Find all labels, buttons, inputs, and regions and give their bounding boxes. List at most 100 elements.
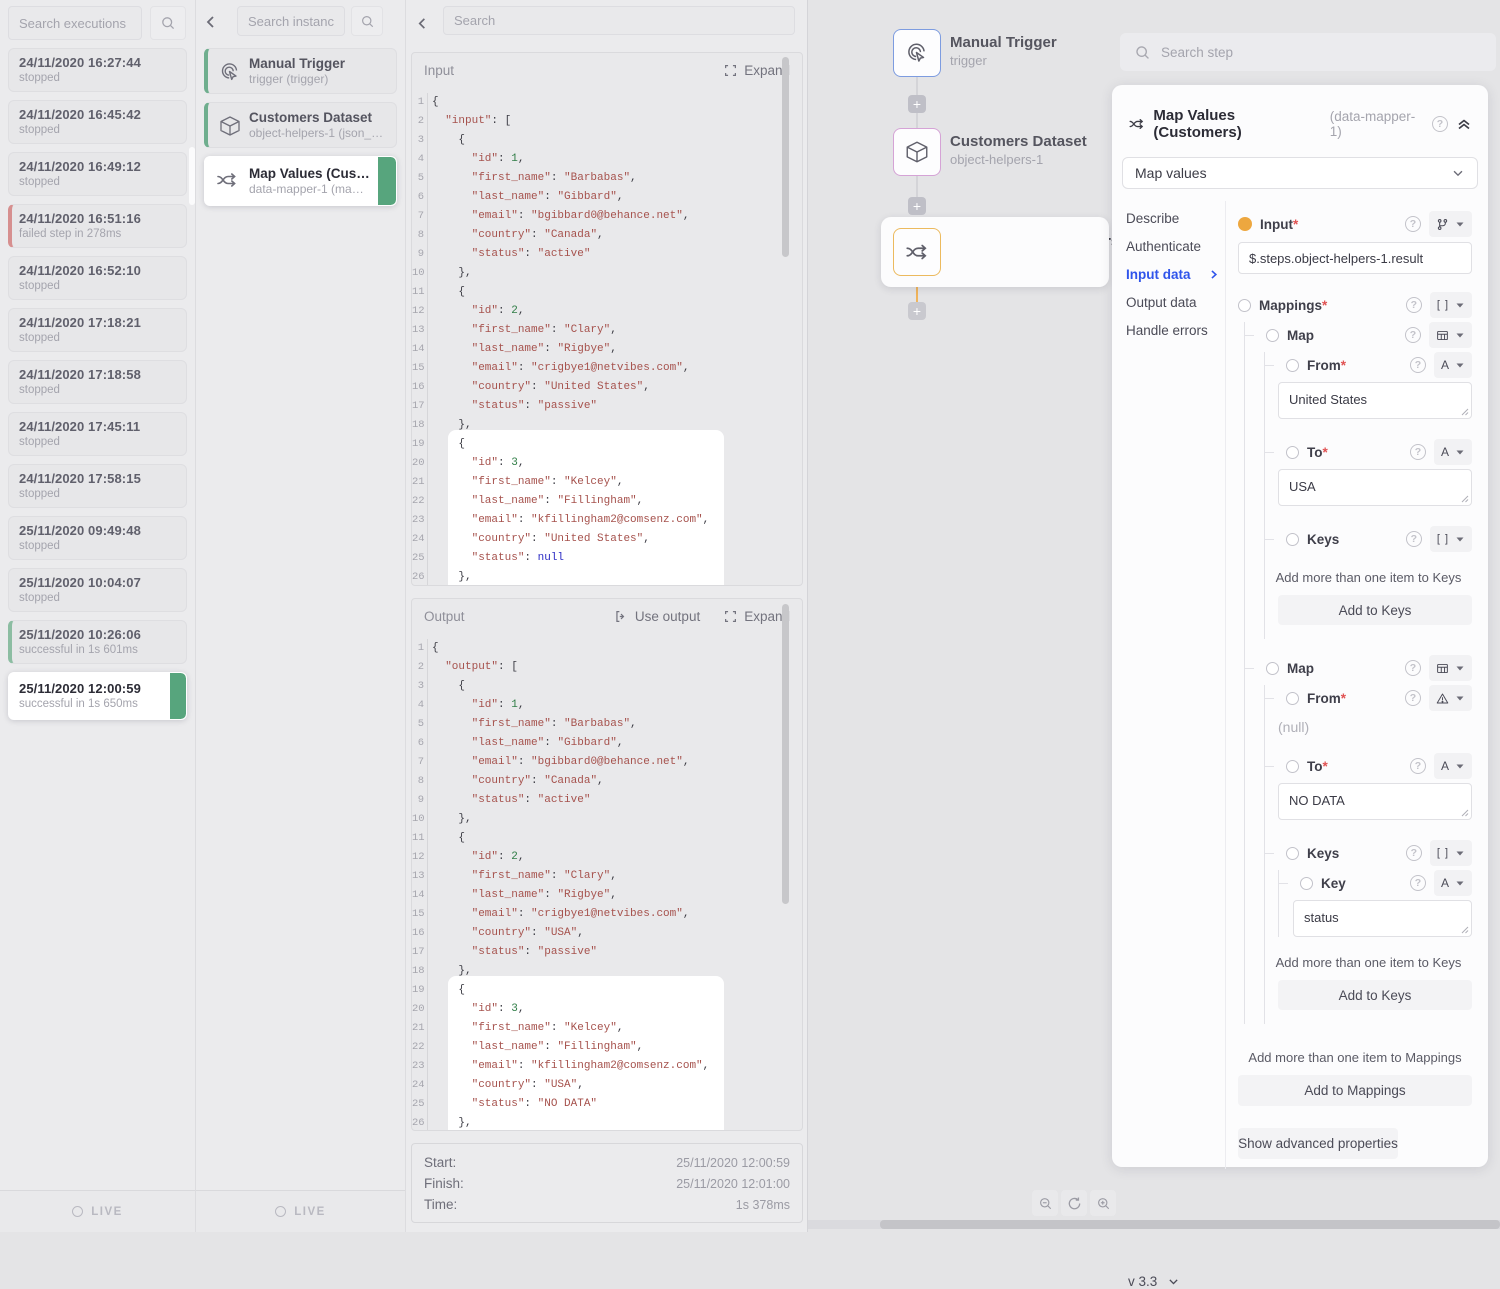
map-radio[interactable] [1266,329,1279,342]
canvas-horizontal-scrollbar[interactable] [808,1220,1500,1229]
help-icon[interactable]: ? [1410,758,1426,774]
cube-icon [218,114,242,138]
scrollbar-thumb[interactable] [880,1220,1500,1229]
nav-item-authenticate[interactable]: Authenticate [1126,239,1225,254]
io-search-input[interactable] [443,6,795,35]
input-expand-button[interactable]: Expand [724,63,790,78]
instance-search-input[interactable] [237,6,345,36]
help-icon[interactable]: ? [1405,690,1421,706]
search-icon[interactable] [150,6,186,40]
execution-item[interactable]: 25/11/2020 10:04:07stopped [8,568,187,612]
add-to-keys-button[interactable]: Add to Keys [1278,980,1472,1010]
help-icon[interactable]: ? [1410,875,1426,891]
code-line: 23 "email": "kfillingham2@comsenz.com", [412,1057,802,1076]
caret-down-icon [1455,878,1465,888]
help-icon[interactable]: ? [1406,297,1422,313]
execution-item[interactable]: 24/11/2020 16:27:44stopped [8,48,187,92]
map-values-node[interactable] [893,228,941,276]
back-icon[interactable] [416,12,436,34]
search-icon[interactable] [351,6,383,36]
key-radio[interactable] [1300,877,1313,890]
help-icon[interactable]: ? [1432,116,1448,132]
from-radio[interactable] [1286,692,1299,705]
live-toggle[interactable]: LIVE [275,1206,326,1218]
help-icon[interactable]: ? [1405,216,1421,232]
step-search-bar[interactable]: Search step [1120,33,1496,71]
execution-item[interactable]: 25/11/2020 12:00:59successful in 1s 650m… [8,672,187,720]
version-selector[interactable]: v 3.3 [1128,1274,1180,1289]
help-icon[interactable]: ? [1410,444,1426,460]
keys-type-selector[interactable]: [ ] [1430,526,1472,552]
map-radio[interactable] [1266,662,1279,675]
to-type-selector[interactable]: A [1434,753,1472,779]
customers-dataset-node[interactable] [893,128,941,176]
back-icon[interactable] [204,8,228,36]
nav-item-input-data[interactable]: Input data [1126,267,1225,282]
key-value-textarea[interactable]: status [1293,900,1472,937]
to-type-selector[interactable]: A [1434,439,1472,465]
execution-item[interactable]: 24/11/2020 17:18:21stopped [8,308,187,352]
map-type-selector[interactable] [1429,655,1472,681]
key-type-selector[interactable]: A [1434,870,1472,896]
execution-item[interactable]: 24/11/2020 17:18:58stopped [8,360,187,404]
add-to-mappings-button[interactable]: Add to Mappings [1238,1075,1472,1106]
nav-item-describe[interactable]: Describe [1126,211,1225,226]
add-step-button[interactable]: + [908,302,926,320]
add-step-button[interactable]: + [908,197,926,215]
execution-status: successful in 1s 650ms [19,698,176,710]
reset-zoom-icon[interactable] [1061,1190,1087,1216]
instance-step-item[interactable]: Map Values (Custo...data-mapper-1 (map_v… [204,156,397,206]
output-code-scrollbar[interactable] [782,604,789,904]
to-radio[interactable] [1286,446,1299,459]
execution-item[interactable]: 24/11/2020 16:52:10stopped [8,256,187,300]
input-type-selector[interactable] [1429,211,1472,237]
action-select[interactable]: Map values [1122,157,1478,189]
zoom-out-icon[interactable] [1032,1190,1058,1216]
to-value-textarea[interactable]: NO DATA [1278,783,1472,820]
live-toggle[interactable]: LIVE [72,1206,123,1218]
manual-trigger-node[interactable] [893,29,941,77]
instance-step-item[interactable]: Customers Datasetobject-helpers-1 (json_… [204,102,397,148]
execution-item[interactable]: 24/11/2020 17:45:11stopped [8,412,187,456]
add-to-keys-button[interactable]: Add to Keys [1278,595,1472,625]
execution-item[interactable]: 25/11/2020 09:49:48stopped [8,516,187,560]
keys-radio[interactable] [1286,533,1299,546]
code-line: 2 "output": [ [412,658,802,677]
help-icon[interactable]: ? [1405,660,1421,676]
executions-scrollbar[interactable] [189,147,195,205]
table-type-icon [1436,662,1449,675]
to-radio[interactable] [1286,760,1299,773]
help-icon[interactable]: ? [1406,845,1422,861]
from-type-selector[interactable]: A [1434,352,1472,378]
execution-item[interactable]: 24/11/2020 17:58:15stopped [8,464,187,508]
execution-item[interactable]: 25/11/2020 10:26:06successful in 1s 601m… [8,620,187,664]
instance-step-item[interactable]: Manual Triggertrigger (trigger) [204,48,397,94]
nav-item-output-data[interactable]: Output data [1126,295,1225,310]
keys-radio[interactable] [1286,847,1299,860]
mappings-radio[interactable] [1238,299,1251,312]
execution-item[interactable]: 24/11/2020 16:49:12stopped [8,152,187,196]
zoom-in-icon[interactable] [1090,1190,1116,1216]
add-step-button[interactable]: + [908,95,926,113]
execution-item[interactable]: 24/11/2020 16:45:42stopped [8,100,187,144]
from-radio[interactable] [1286,359,1299,372]
map-type-selector[interactable] [1429,322,1472,348]
keys-type-selector[interactable]: [ ] [1430,840,1472,866]
execution-item[interactable]: 24/11/2020 16:51:16failed step in 278ms [8,204,187,248]
output-expand-button[interactable]: Expand [724,609,790,624]
time-value: 1s 378ms [736,1198,790,1212]
from-type-selector-warning[interactable] [1429,685,1472,711]
input-value-field[interactable] [1238,242,1472,274]
help-icon[interactable]: ? [1406,531,1422,547]
mappings-type-selector[interactable]: [ ] [1430,292,1472,318]
help-icon[interactable]: ? [1410,357,1426,373]
collapse-panel-icon[interactable] [1456,116,1472,132]
from-value-textarea[interactable]: United States [1278,382,1472,419]
nav-item-handle-errors[interactable]: Handle errors [1126,323,1225,338]
executions-search-input[interactable] [8,6,142,40]
show-advanced-button[interactable]: Show advanced properties [1238,1128,1398,1159]
help-icon[interactable]: ? [1405,327,1421,343]
input-code-scrollbar[interactable] [782,57,789,257]
use-output-button[interactable]: Use output [614,609,700,624]
to-value-textarea[interactable]: USA [1278,469,1472,506]
